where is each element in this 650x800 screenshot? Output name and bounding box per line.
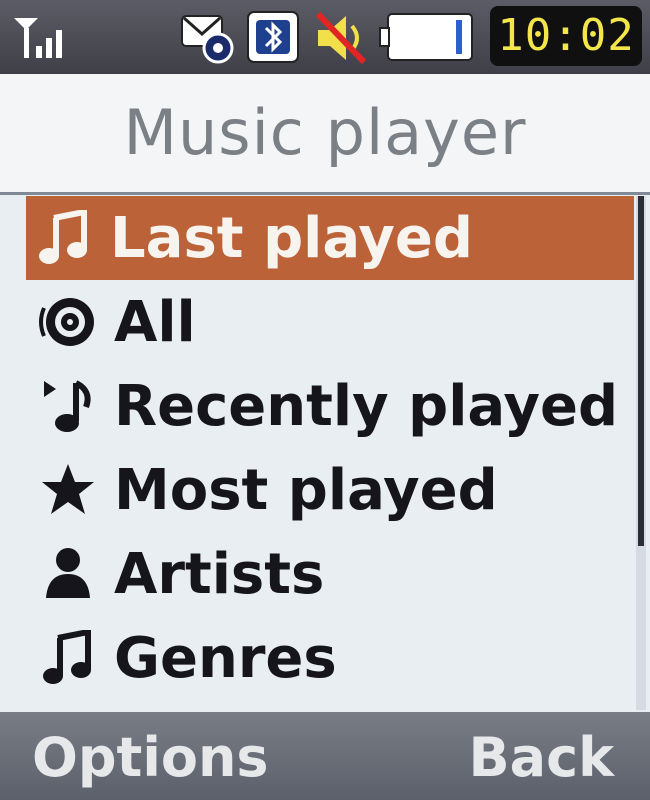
title-bar: Music player bbox=[0, 74, 650, 195]
menu-item-genres[interactable]: Genres bbox=[30, 616, 632, 700]
scrollbar[interactable] bbox=[636, 196, 646, 710]
menu-list: Last played All Recently played Most pla… bbox=[0, 196, 634, 700]
mute-icon bbox=[312, 10, 370, 70]
back-softkey[interactable]: Back bbox=[468, 726, 614, 789]
menu-item-label: Most played bbox=[114, 457, 498, 523]
star-icon bbox=[36, 458, 100, 522]
music-note-icon bbox=[32, 206, 96, 270]
menu-item-last-played[interactable]: Last played bbox=[26, 196, 634, 280]
clock: 10:02 bbox=[490, 6, 642, 66]
options-softkey[interactable]: Options bbox=[32, 726, 269, 789]
person-icon bbox=[36, 542, 100, 606]
menu-item-most-played[interactable]: Most played bbox=[30, 448, 632, 532]
disc-icon bbox=[36, 290, 100, 354]
menu-item-label: Last played bbox=[110, 205, 473, 271]
bluetooth-icon bbox=[246, 10, 300, 68]
menu-item-label: Genres bbox=[114, 625, 337, 691]
menu-item-artists[interactable]: Artists bbox=[30, 532, 632, 616]
softkey-bar: Options Back bbox=[0, 712, 650, 800]
menu-item-label: Recently played bbox=[114, 373, 619, 439]
music-note-icon bbox=[36, 626, 100, 690]
menu-item-recently-played[interactable]: Recently played bbox=[30, 364, 632, 448]
menu-item-label: Artists bbox=[114, 541, 325, 607]
battery-icon bbox=[378, 10, 476, 68]
menu-item-label: All bbox=[114, 289, 196, 355]
status-bar: 10:02 bbox=[0, 0, 650, 74]
signal-icon bbox=[10, 14, 70, 66]
phone-screen: 10:02 Music player Last played All Recen… bbox=[0, 0, 650, 800]
recent-note-icon bbox=[36, 374, 100, 438]
page-title: Music player bbox=[123, 96, 527, 169]
mms-icon bbox=[180, 10, 236, 68]
menu-item-all[interactable]: All bbox=[30, 280, 632, 364]
scrollbar-thumb[interactable] bbox=[638, 196, 644, 546]
